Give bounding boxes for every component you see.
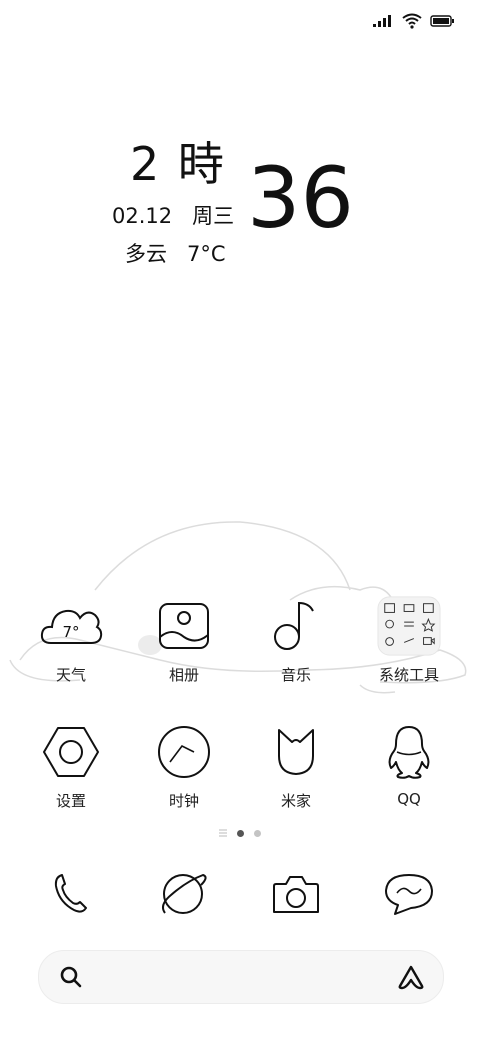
app-qq[interactable]: QQ: [353, 720, 465, 808]
weather-cloud-icon: 7°: [39, 594, 103, 658]
app-label: 音乐: [280, 666, 311, 684]
temperature-text: 7°C: [187, 242, 226, 266]
page-list-icon[interactable]: [219, 829, 227, 837]
app-gallery[interactable]: 相册: [128, 594, 240, 685]
search-bar[interactable]: [38, 950, 444, 1004]
signal-icon: [373, 15, 391, 27]
app-settings[interactable]: 设置: [15, 720, 127, 811]
page-dot[interactable]: [254, 829, 261, 837]
dock-phone[interactable]: [38, 862, 102, 926]
battery-icon: [430, 15, 454, 27]
date-text: 02.12: [112, 204, 173, 228]
system-tools-folder-icon: [377, 594, 441, 658]
clock-icon: [152, 720, 216, 784]
app-weather[interactable]: 7° 天气: [15, 594, 127, 685]
clock-hour[interactable]: 2 時: [130, 128, 226, 194]
qq-penguin-icon: [377, 720, 441, 784]
svg-text:7°: 7°: [62, 623, 79, 641]
browser-planet-icon: [162, 873, 207, 914]
app-mijia[interactable]: 米家: [240, 720, 352, 811]
dock-messages[interactable]: [377, 862, 441, 926]
app-label: 相册: [168, 666, 199, 684]
settings-hex-icon: [39, 720, 103, 784]
status-bar: [372, 10, 454, 32]
clock-weather: 多云 7°C: [125, 238, 226, 268]
weekday-text: 周三: [192, 204, 235, 228]
music-note-icon: [264, 594, 328, 658]
gallery-icon: [152, 594, 216, 658]
app-label: 系统工具: [378, 666, 439, 684]
app-clock[interactable]: 时钟: [128, 720, 240, 811]
mijia-icon: [264, 720, 328, 784]
app-label: 米家: [280, 792, 311, 810]
app-label: QQ: [397, 790, 421, 808]
app-music[interactable]: 音乐: [240, 594, 352, 685]
page-dot-active[interactable]: [237, 829, 244, 837]
camera-icon: [273, 876, 319, 913]
clock-minute[interactable]: 36: [247, 156, 354, 240]
page-indicator[interactable]: [0, 829, 480, 837]
app-label: 设置: [55, 792, 86, 810]
dock-camera[interactable]: [264, 862, 328, 926]
phone-icon: [54, 874, 87, 913]
wifi-icon: [402, 13, 422, 29]
assistant-icon[interactable]: [397, 964, 425, 990]
messages-icon: [385, 874, 433, 915]
dock-browser[interactable]: [151, 862, 215, 926]
search-icon[interactable]: [59, 965, 83, 989]
app-label: 天气: [55, 666, 86, 684]
app-label: 时钟: [168, 792, 199, 810]
clock-date: 02.12 周三: [112, 200, 234, 230]
app-system-tools[interactable]: 系统工具: [353, 594, 465, 685]
weather-text: 多云: [125, 242, 167, 266]
